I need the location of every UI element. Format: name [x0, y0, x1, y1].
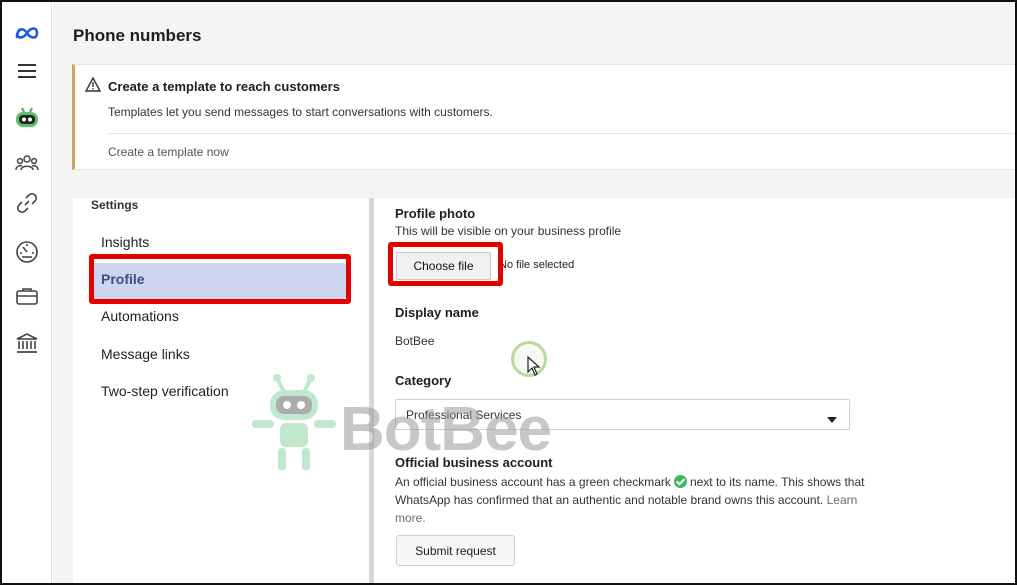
- category-select-value: Professional Services: [406, 408, 522, 422]
- nav-item-two-step-verification[interactable]: Two-step verification: [90, 375, 346, 411]
- main-area: Phone numbers Create a template to reach…: [53, 2, 1017, 583]
- choose-file-button[interactable]: Choose file: [396, 252, 491, 280]
- green-checkmark-icon: [673, 475, 687, 488]
- no-file-text: No file selected: [499, 259, 575, 271]
- nav-item-insights[interactable]: Insights: [90, 226, 346, 262]
- submit-request-button[interactable]: Submit request: [396, 535, 515, 566]
- left-rail: [2, 2, 52, 583]
- category-select[interactable]: Professional Services: [395, 399, 850, 430]
- people-icon[interactable]: [12, 148, 42, 178]
- settings-nav: Settings Insights Profile Automations Me…: [73, 198, 369, 583]
- nav-item-automations[interactable]: Automations: [90, 300, 346, 336]
- settings-heading: Settings: [91, 198, 139, 212]
- profile-photo-subtext: This will be visible on your business pr…: [395, 224, 622, 238]
- banner-text: Templates let you send messages to start…: [108, 105, 493, 119]
- mouse-pointer-icon: [527, 355, 541, 381]
- display-name-label: Display name: [395, 305, 479, 320]
- link-icon[interactable]: [12, 188, 42, 218]
- page-title: Phone numbers: [73, 26, 202, 45]
- caret-down-icon: [827, 412, 837, 426]
- nav-item-profile[interactable]: Profile: [90, 263, 346, 299]
- profile-content: Profile photo This will be visible on yo…: [374, 198, 1015, 583]
- bank-icon[interactable]: [12, 328, 42, 358]
- bot-avatar-icon[interactable]: [12, 103, 42, 133]
- briefcase-icon[interactable]: [12, 281, 42, 311]
- menu-icon[interactable]: [12, 56, 42, 86]
- profile-photo-label: Profile photo: [395, 206, 476, 221]
- banner-title: Create a template to reach customers: [108, 79, 340, 94]
- nav-item-message-links[interactable]: Message links: [90, 338, 346, 374]
- official-account-label: Official business account: [395, 455, 553, 470]
- category-label: Category: [395, 373, 452, 388]
- banner-divider: [108, 133, 1017, 134]
- warning-icon: [84, 76, 102, 97]
- meta-logo-icon[interactable]: [12, 18, 42, 48]
- official-account-description: An official business account has a green…: [395, 473, 865, 527]
- template-banner: Create a template to reach customers Tem…: [72, 64, 1017, 170]
- create-template-link[interactable]: Create a template now: [108, 145, 229, 159]
- official-text-part-1: An official business account has a green…: [395, 475, 671, 489]
- dashboard-gauge-icon[interactable]: [12, 237, 42, 267]
- display-name-value: BotBee: [395, 334, 435, 348]
